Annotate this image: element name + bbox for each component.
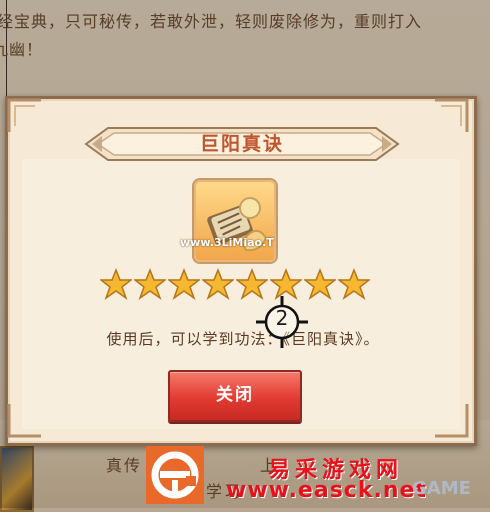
star-icon [100, 268, 132, 300]
corner-ornament-bottom-left [7, 404, 41, 438]
corner-ornament-top-right [435, 98, 469, 132]
cursor-step-number: 2 [275, 306, 289, 330]
logo-e-icon [151, 451, 199, 499]
watermark-site-url: www.easck.net [226, 478, 427, 503]
star-icon [202, 268, 234, 300]
corner-ornament-bottom-right [435, 404, 469, 438]
dialog-description: 使用后，可以学到功法：《巨阳真诀》。 [106, 330, 380, 348]
star-rating [100, 268, 370, 302]
star-icon [304, 268, 336, 300]
corner-ornament-top-left [7, 98, 41, 132]
item-overlay-text: www.3LiMiao.T [180, 236, 274, 249]
watermark-faint-text: GAME [412, 478, 471, 499]
site-logo [146, 446, 204, 504]
title-banner: 巨阳真诀 [84, 126, 400, 162]
dialog-title: 巨阳真诀 [199, 133, 284, 155]
star-icon [134, 268, 166, 300]
item-icon-frame [194, 180, 276, 262]
star-icon [168, 268, 200, 300]
star-icon [338, 268, 370, 300]
close-button[interactable]: 关闭 [168, 370, 302, 422]
